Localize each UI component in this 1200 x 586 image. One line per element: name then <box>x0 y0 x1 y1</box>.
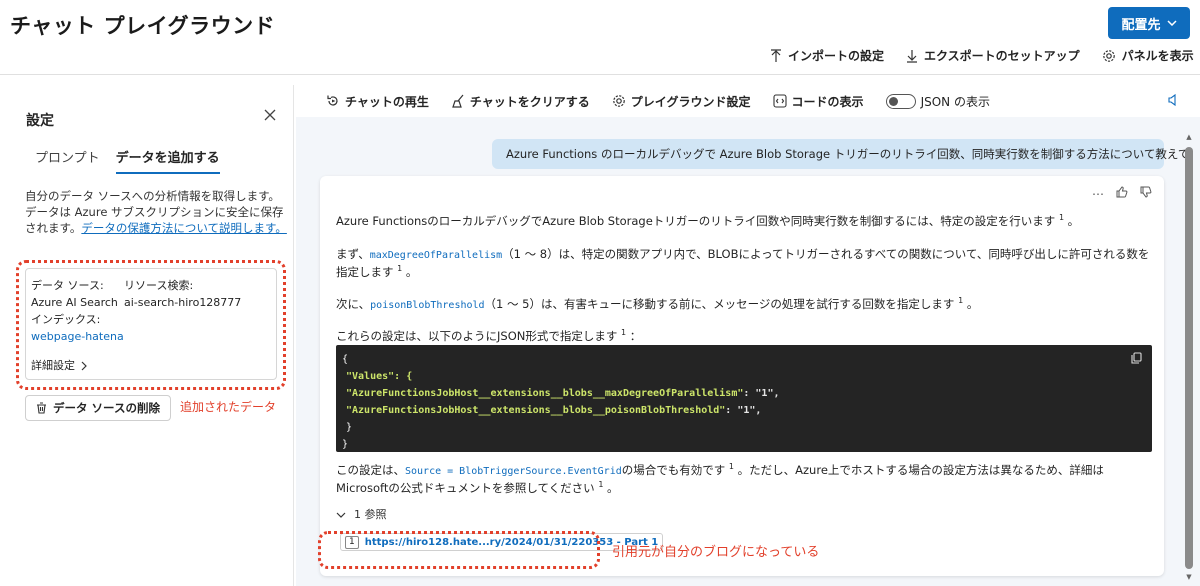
deploy-button[interactable]: 配置先 <box>1108 7 1190 39</box>
citation-marker[interactable]: 1 <box>397 264 402 273</box>
citation-marker[interactable]: 1 <box>598 480 603 489</box>
show-panels-button[interactable]: パネルを表示 <box>1102 47 1200 64</box>
data-description: 自分のデータ ソースへの分析情報を取得します。データは Azure サブスクリプ… <box>25 188 287 236</box>
user-message: Azure Functions のローカルデバッグで Azure Blob St… <box>492 139 1189 169</box>
download-icon <box>907 49 918 63</box>
highlight-datasource <box>16 260 286 390</box>
inline-code: Source = BlobTriggerSource.EventGrid <box>405 466 622 477</box>
references-toggle[interactable]: 1 参照 <box>336 506 387 523</box>
citation-marker[interactable]: 1 <box>621 328 626 337</box>
scroll-up-icon[interactable]: ▲ <box>1184 133 1194 143</box>
gear-icon <box>1102 49 1115 62</box>
citation-marker[interactable]: 1 <box>1059 213 1064 222</box>
citation-marker[interactable]: 1 <box>729 462 734 471</box>
settings-tabs: プロンプト データを追加する <box>35 147 220 174</box>
page-title: チャット プレイグラウンド <box>10 14 276 38</box>
answer-paragraph-1: Azure FunctionsのローカルデバッグでAzure Blob Stor… <box>336 213 1080 228</box>
answer-paragraph-5: この設定は、Source = BlobTriggerSource.EventGr… <box>336 462 1104 495</box>
highlight-reference <box>318 531 600 569</box>
header-divider <box>0 74 1200 75</box>
collapse-panel-icon[interactable] <box>1168 93 1180 111</box>
more-options-icon[interactable]: ⋯ <box>1092 186 1104 203</box>
view-code-button[interactable]: コードの表示 <box>772 93 864 110</box>
json-toggle[interactable]: JSON の表示 <box>885 93 990 110</box>
json-toggle-switch[interactable] <box>885 93 916 109</box>
chevron-down-icon <box>336 512 346 518</box>
chat-toolbar: チャットの再生 チャットをクリアする プレイグラウンド設定 コードの表示 JSO… <box>296 85 1200 117</box>
inline-code: maxDegreeOfParallelism <box>369 250 503 261</box>
scroll-down-icon[interactable]: ▼ <box>1184 573 1194 583</box>
chat-scrollbar[interactable]: ▲ ▼ <box>1184 133 1194 583</box>
answer-paragraph-2: まず、maxDegreeOfParallelism（1 ～ 8）は、特定の関数ア… <box>336 247 1150 279</box>
answer-paragraph-4: これらの設定は、以下のようにJSON形式で指定します 1 ： <box>336 328 642 343</box>
tab-prompt[interactable]: プロンプト <box>35 147 100 174</box>
annotation-added-data: 追加されたデータ <box>180 400 277 414</box>
inline-code: poisonBlobThreshold <box>370 300 485 311</box>
scroll-thumb[interactable] <box>1185 147 1193 569</box>
citation-marker[interactable]: 1 <box>958 296 963 305</box>
top-toolbar: インポートの設定 エクスポートのセットアップ パネルを表示 <box>770 47 1200 64</box>
code-line: } <box>342 439 349 450</box>
clear-chat-label: チャットをクリアする <box>469 94 590 109</box>
delete-datasource-button[interactable]: データ ソースの削除 <box>25 395 171 421</box>
code-icon <box>772 94 787 108</box>
trash-icon <box>37 402 47 414</box>
playground-settings-button[interactable]: プレイグラウンド設定 <box>612 93 751 110</box>
export-button[interactable]: エクスポートのセットアップ <box>906 47 1080 64</box>
settings-title: 設定 <box>26 113 54 129</box>
code-line: "AzureFunctionsJobHost__extensions__blob… <box>346 405 762 416</box>
upload-icon <box>771 48 781 62</box>
close-icon[interactable] <box>260 105 280 125</box>
code-line: "Values": { <box>346 371 413 382</box>
code-line: { <box>342 354 349 365</box>
thumbs-up-icon[interactable] <box>1116 186 1128 198</box>
broom-icon <box>452 94 464 108</box>
references-label: 1 参照 <box>354 508 387 521</box>
copy-icon[interactable] <box>1131 352 1142 369</box>
replay-chat-label: チャットの再生 <box>345 94 429 109</box>
chat-area: チャットの再生 チャットをクリアする プレイグラウンド設定 コードの表示 JSO… <box>296 85 1200 586</box>
tab-add-data[interactable]: データを追加する <box>115 147 220 174</box>
message-actions: ⋯ <box>1092 186 1152 203</box>
playground-settings-label: プレイグラウンド設定 <box>630 94 751 109</box>
gear-icon <box>612 95 625 107</box>
assistant-message: ⋯ Azure FunctionsのローカルデバッグでAzure Blob St… <box>320 176 1164 576</box>
annotation-citation-source: 引用元が自分のブログになっている <box>612 545 820 560</box>
code-line: "AzureFunctionsJobHost__extensions__blob… <box>346 388 780 399</box>
replay-chat-button[interactable]: チャットの再生 <box>326 93 429 110</box>
code-line: } <box>346 422 353 433</box>
answer-paragraph-3: 次に、poisonBlobThreshold（1 ～ 5）は、有害キューに移動す… <box>336 296 979 311</box>
replay-icon <box>327 95 338 106</box>
show-panels-label: パネルを表示 <box>1121 49 1194 63</box>
clear-chat-button[interactable]: チャットをクリアする <box>451 93 590 110</box>
view-code-label: コードの表示 <box>791 94 864 109</box>
json-toggle-label: JSON の表示 <box>920 94 990 109</box>
import-button[interactable]: インポートの設定 <box>770 47 884 64</box>
delete-datasource-label: データ ソースの削除 <box>53 401 160 415</box>
data-protection-link[interactable]: データの保護方法について説明します。 <box>81 221 287 235</box>
thumbs-down-icon[interactable] <box>1140 186 1152 198</box>
code-block: { "Values": { "AzureFunctionsJobHost__ex… <box>336 345 1152 452</box>
deploy-label: 配置先 <box>1121 17 1161 33</box>
import-label: インポートの設定 <box>788 49 885 63</box>
settings-panel: 設定 プロンプト データを追加する 自分のデータ ソースへの分析情報を取得します… <box>10 85 294 586</box>
export-label: エクスポートのセットアップ <box>924 49 1080 63</box>
chevron-down-icon <box>1166 20 1177 26</box>
